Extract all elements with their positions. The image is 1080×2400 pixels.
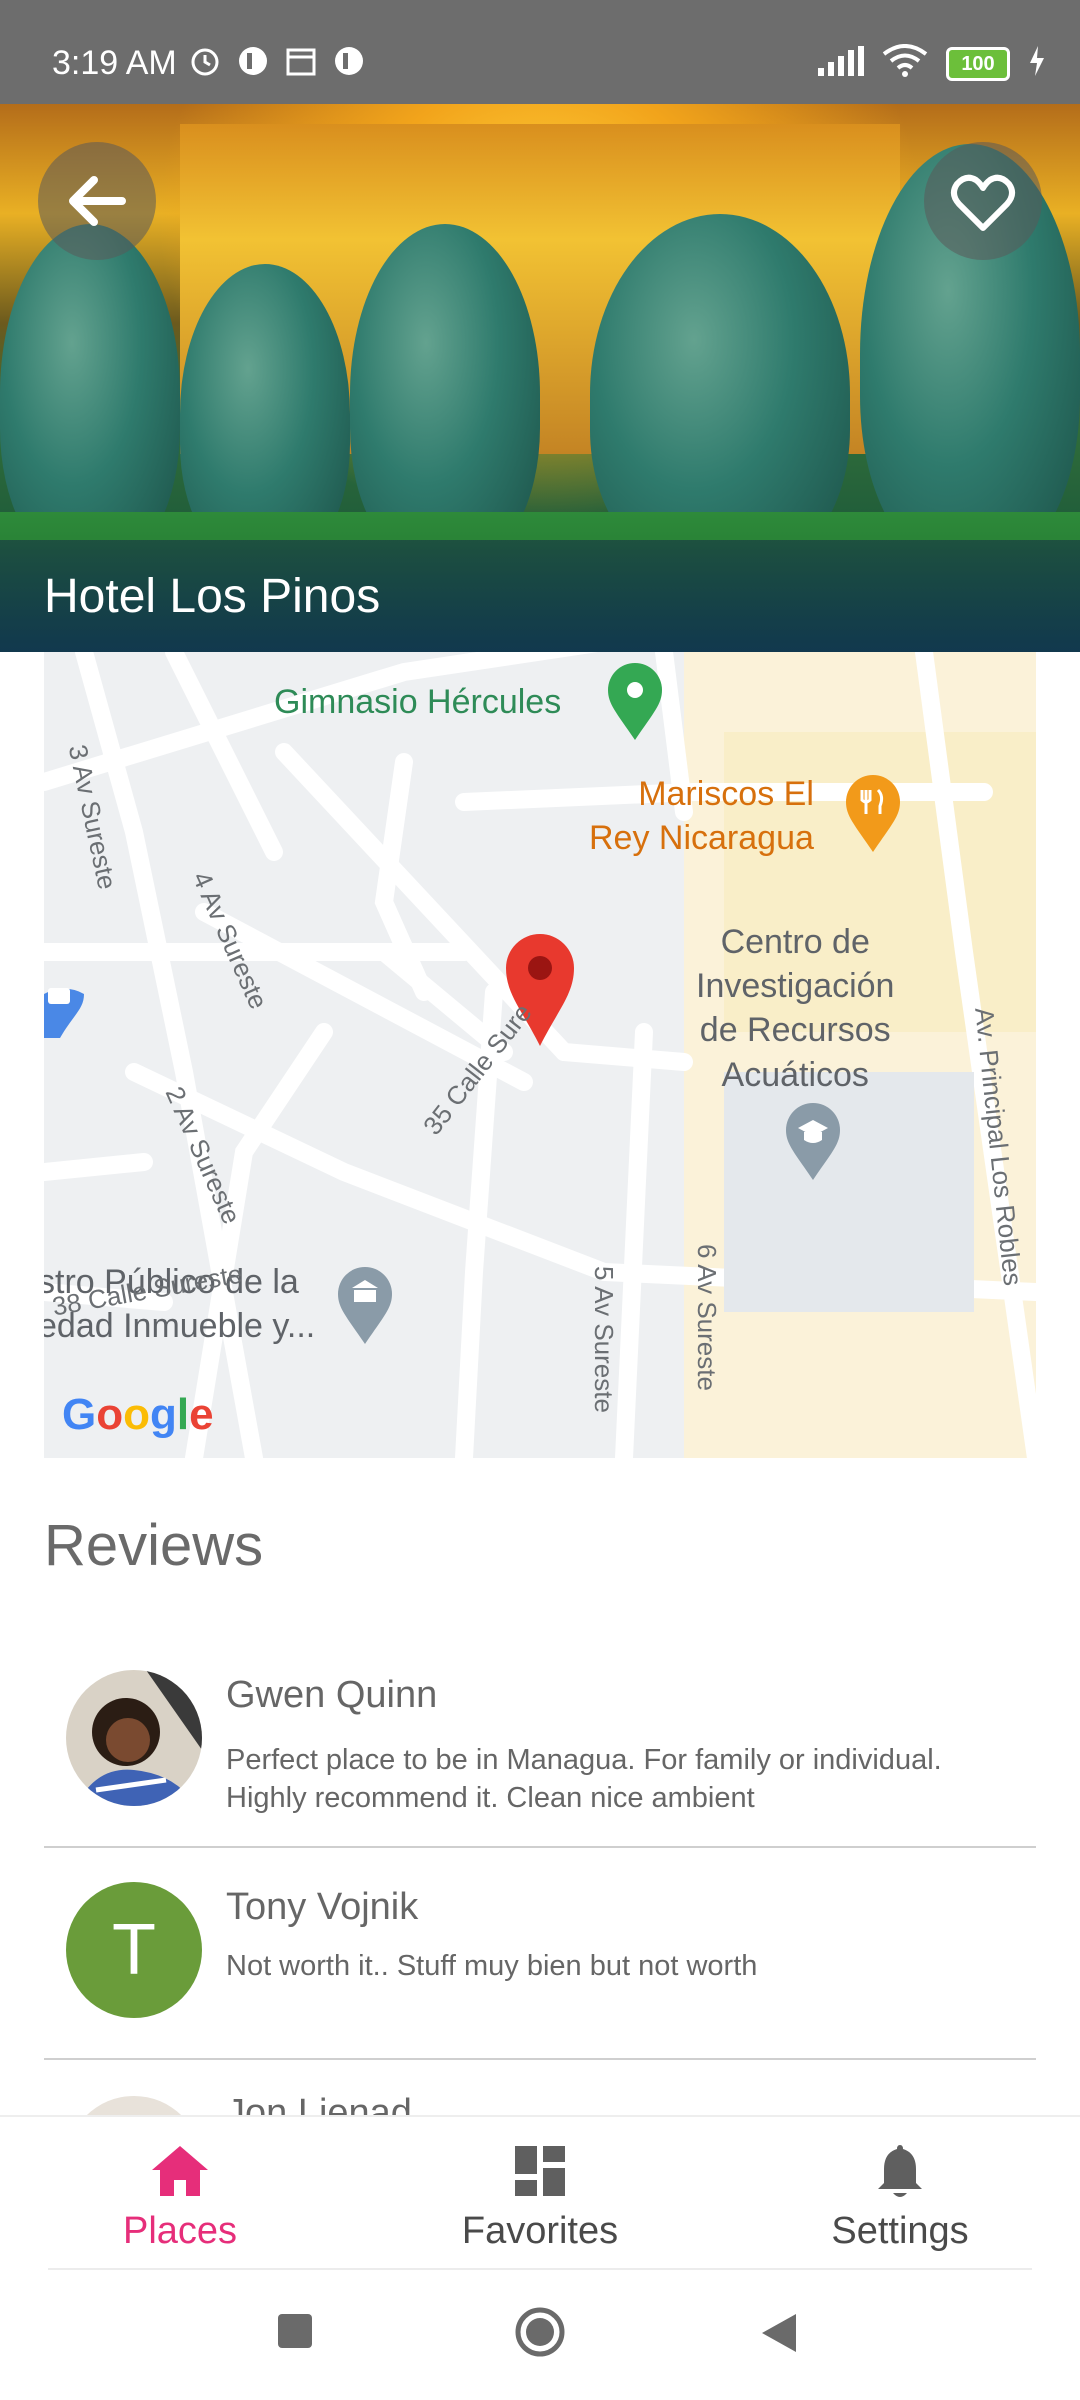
divider [48, 2268, 1032, 2270]
google-logo: Google [62, 1390, 214, 1439]
location-map[interactable]: Gimnasio Hércules Mariscos El Rey Nicara… [44, 652, 1036, 1458]
poi-research-center[interactable]: Centro de Investigación de Recursos Acuá… [696, 920, 894, 1097]
nav-label: Places [122, 2210, 238, 2252]
square-icon [278, 2314, 312, 2348]
system-navigation-bar [0, 2272, 1080, 2400]
calendar-icon [284, 44, 318, 78]
gym-pin-icon[interactable] [606, 662, 664, 742]
poi-gym[interactable]: Gimnasio Hércules [274, 680, 561, 724]
street-label: 5 Av Sureste [589, 1266, 619, 1413]
government-pin-icon[interactable] [336, 1266, 394, 1346]
shopping-pin-icon[interactable] [44, 954, 88, 1038]
reviewer-name: Tony Vojnik [226, 1886, 419, 1928]
alarm-icon [188, 44, 222, 78]
circle-icon [515, 2307, 565, 2357]
home-icon [152, 2146, 208, 2196]
reviewer-name: Gwen Quinn [226, 1674, 438, 1716]
dashboard-icon [515, 2146, 565, 2196]
review-text: Not worth it.. Stuff muy bien but not wo… [226, 1950, 758, 1982]
app-icon-2 [332, 44, 366, 78]
triangle-back-icon [762, 2314, 796, 2352]
reviewer-avatar [66, 1670, 202, 1806]
nav-item-favorites[interactable]: Favorites [390, 2142, 690, 2253]
review-item: T Tony Vojnik Not worth it.. Stuff muy b… [44, 1848, 1036, 2060]
bell-icon [878, 2145, 922, 2197]
reviewer-avatar-initial: T [66, 1882, 202, 2018]
restaurant-pin-icon[interactable] [844, 774, 902, 854]
recents-button[interactable] [276, 2312, 314, 2355]
nav-label: Favorites [461, 2210, 619, 2252]
wifi-icon [882, 44, 928, 83]
charging-icon [1028, 46, 1046, 81]
poi-restaurant[interactable]: Mariscos El Rey Nicaragua [589, 772, 814, 860]
status-bar: 3:19 AM 100 [0, 0, 1080, 104]
place-title: Hotel Los Pinos [44, 570, 381, 623]
nav-item-places[interactable]: Places [30, 2142, 330, 2253]
battery-icon: 100 [946, 46, 1010, 81]
review-item: Gwen Quinn Perfect place to be in Managu… [44, 1636, 1036, 1848]
notification-icons [188, 44, 366, 78]
bottom-navigation: Places Favorites Settings [0, 2115, 1080, 2272]
heart-outline-icon [951, 174, 1015, 231]
arrow-back-icon [69, 176, 126, 226]
street-label: 6 Av Sureste [692, 1244, 722, 1391]
app-icon [236, 44, 270, 78]
reviews-heading: Reviews [44, 1513, 264, 1578]
review-text: Perfect place to be in Managua. For fami… [226, 1744, 942, 1814]
favorite-button[interactable] [924, 142, 1042, 260]
signal-icon [816, 46, 864, 81]
home-button[interactable] [514, 2306, 566, 2363]
nav-item-settings[interactable]: Settings [750, 2142, 1050, 2253]
system-status: 100 [816, 44, 1046, 83]
hotel-photo: Hotel Los Pinos [0, 104, 1080, 652]
back-nav-button[interactable] [760, 2312, 798, 2359]
nav-label: Settings [831, 2210, 969, 2252]
school-pin-icon[interactable] [784, 1102, 842, 1182]
status-time: 3:19 AM [52, 44, 177, 82]
back-button[interactable] [38, 142, 156, 260]
